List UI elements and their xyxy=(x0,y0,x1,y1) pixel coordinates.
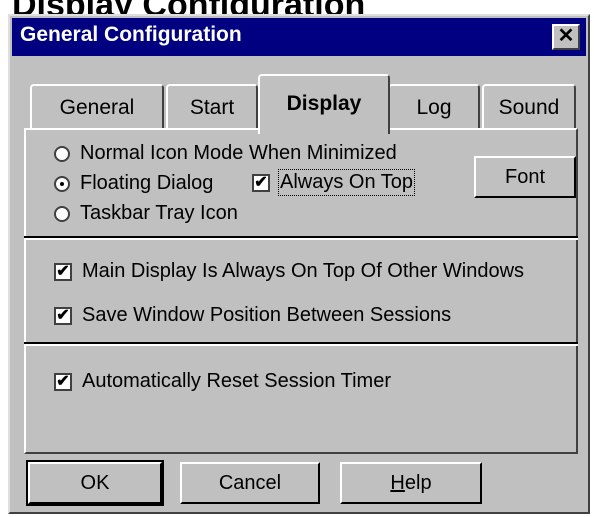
help-button[interactable]: Help xyxy=(340,462,482,504)
checkbox-label: Save Window Position Between Sessions xyxy=(82,304,452,326)
cancel-button[interactable]: Cancel xyxy=(180,462,320,504)
separator xyxy=(24,236,578,240)
auto-reset-timer-checkbox[interactable]: ✔ Automatically Reset Session Timer xyxy=(54,370,391,393)
save-window-position-checkbox[interactable]: ✔ Save Window Position Between Sessions xyxy=(54,304,451,327)
help-label: elp xyxy=(404,472,432,494)
tab-sound[interactable]: Sound xyxy=(482,84,576,130)
radio-label: Taskbar Tray Icon xyxy=(80,202,238,224)
checkbox-label: Main Display Is Always On Top Of Other W… xyxy=(82,260,525,282)
window-title: General Configuration xyxy=(20,23,242,46)
tab-display[interactable]: Display xyxy=(258,74,390,134)
check-icon[interactable]: ✔ xyxy=(54,306,72,325)
radio-label: Normal Icon Mode When Minimized xyxy=(80,142,397,164)
check-icon[interactable]: ✔ xyxy=(54,262,72,281)
checkbox-label: Automatically Reset Session Timer xyxy=(82,370,392,392)
help-accelerator: H xyxy=(390,472,405,494)
radio-label: Floating Dialog xyxy=(80,172,214,194)
configuration-dialog: General Configuration ✕ General Start Lo… xyxy=(8,14,590,514)
radio-normal-icon[interactable]: Normal Icon Mode When Minimized xyxy=(54,142,397,165)
font-button[interactable]: Font xyxy=(474,156,576,198)
tab-start[interactable]: Start xyxy=(166,84,258,130)
radio-floating-dialog[interactable]: Floating Dialog xyxy=(54,172,213,195)
title-bar[interactable]: General Configuration ✕ xyxy=(12,18,586,56)
check-icon[interactable]: ✔ xyxy=(54,372,72,391)
ok-button[interactable]: OK xyxy=(26,460,164,506)
radio-button[interactable] xyxy=(54,145,70,162)
separator xyxy=(24,342,578,346)
radio-button[interactable] xyxy=(54,175,70,192)
radio-button[interactable] xyxy=(54,205,70,222)
main-display-on-top-checkbox[interactable]: ✔ Main Display Is Always On Top Of Other… xyxy=(54,260,524,283)
close-icon[interactable]: ✕ xyxy=(552,24,580,50)
always-on-top-checkbox[interactable]: ✔ Always On Top xyxy=(252,169,416,196)
radio-taskbar-tray[interactable]: Taskbar Tray Icon xyxy=(54,202,238,225)
tab-general[interactable]: General xyxy=(30,84,164,130)
checkbox-label: Always On Top xyxy=(277,169,416,196)
check-icon[interactable]: ✔ xyxy=(252,173,270,192)
tab-log[interactable]: Log xyxy=(388,84,480,130)
